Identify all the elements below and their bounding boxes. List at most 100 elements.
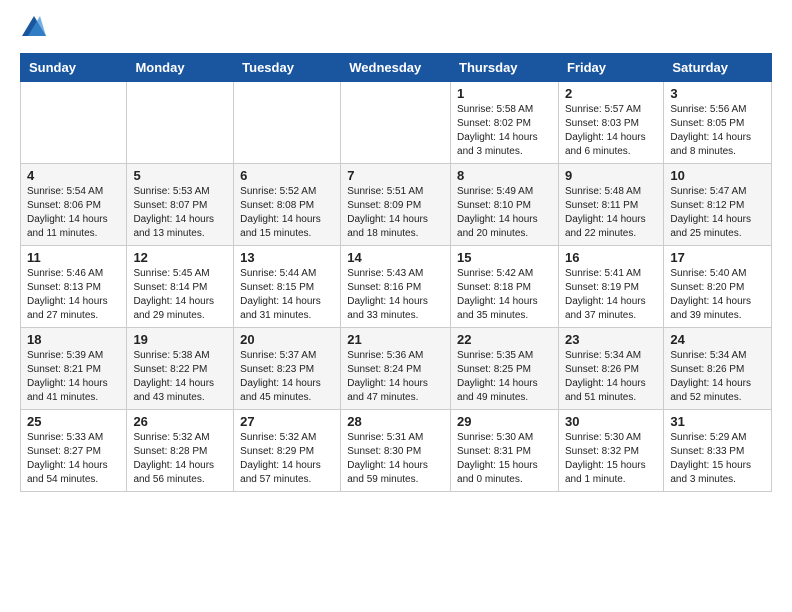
calendar-cell: 22 Sunrise: 5:35 AM Sunset: 8:25 PM Dayli… [451, 328, 559, 410]
calendar-cell: 9 Sunrise: 5:48 AM Sunset: 8:11 PM Daylig… [558, 164, 663, 246]
calendar-cell: 29Sunrise: 5:30 AM Sunset: 8:31 PM Dayli… [451, 410, 559, 492]
day-info: Sunrise: 5:39 AM Sunset: 8:21 PM Dayligh… [27, 349, 120, 405]
day-info: Sunrise: 5:53 AM Sunset: 8:07 PM Dayligh… [133, 185, 227, 241]
calendar-cell: 30 Sunrise: 5:30 AM Sunset: 8:32 PM Dayli… [558, 410, 663, 492]
day-number: 10 [670, 168, 765, 183]
calendar-cell: 11 Sunrise: 5:46 AM Sunset: 8:13 PM Dayli… [21, 246, 127, 328]
calendar-cell [234, 82, 341, 164]
day-number: 27 [240, 414, 334, 429]
calendar-cell: 17 Sunrise: 5:40 AM Sunset: 8:20 PM Dayli… [664, 246, 772, 328]
logo [20, 16, 46, 41]
calendar-cell: 23 Sunrise: 5:34 AM Sunset: 8:26 PM Dayli… [558, 328, 663, 410]
day-info: Sunrise: 5:57 AM Sunset: 8:03 PM Dayligh… [565, 103, 657, 159]
calendar-cell: 3 Sunrise: 5:56 AM Sunset: 8:05 PM Daylig… [664, 82, 772, 164]
calendar-cell: 20 Sunrise: 5:37 AM Sunset: 8:23 PM Dayli… [234, 328, 341, 410]
calendar-cell: 14 Sunrise: 5:43 AM Sunset: 8:16 PM Dayli… [341, 246, 451, 328]
day-info: Sunrise: 5:58 AM Sunset: 8:02 PM Dayligh… [457, 103, 552, 159]
calendar-week-5: 25 Sunrise: 5:33 AM Sunset: 8:27 PM Dayli… [21, 410, 772, 492]
day-number: 4 [27, 168, 120, 183]
calendar-header-wednesday: Wednesday [341, 54, 451, 82]
calendar-cell: 5Sunrise: 5:53 AM Sunset: 8:07 PM Daylig… [127, 164, 234, 246]
day-info: Sunrise: 5:29 AM Sunset: 8:33 PM Dayligh… [670, 431, 765, 487]
day-info: Sunrise: 5:41 AM Sunset: 8:19 PM Dayligh… [565, 267, 657, 323]
calendar-cell [127, 82, 234, 164]
day-info: Sunrise: 5:52 AM Sunset: 8:08 PM Dayligh… [240, 185, 334, 241]
day-info: Sunrise: 5:37 AM Sunset: 8:23 PM Dayligh… [240, 349, 334, 405]
calendar-cell: 12Sunrise: 5:45 AM Sunset: 8:14 PM Dayli… [127, 246, 234, 328]
day-number: 19 [133, 332, 227, 347]
day-info: Sunrise: 5:56 AM Sunset: 8:05 PM Dayligh… [670, 103, 765, 159]
day-info: Sunrise: 5:32 AM Sunset: 8:29 PM Dayligh… [240, 431, 334, 487]
calendar-cell: 24Sunrise: 5:34 AM Sunset: 8:26 PM Dayli… [664, 328, 772, 410]
calendar-cell: 25 Sunrise: 5:33 AM Sunset: 8:27 PM Dayli… [21, 410, 127, 492]
day-info: Sunrise: 5:48 AM Sunset: 8:11 PM Dayligh… [565, 185, 657, 241]
calendar: SundayMondayTuesdayWednesdayThursdayFrid… [20, 53, 772, 492]
day-info: Sunrise: 5:30 AM Sunset: 8:32 PM Dayligh… [565, 431, 657, 487]
day-number: 8 [457, 168, 552, 183]
day-info: Sunrise: 5:54 AM Sunset: 8:06 PM Dayligh… [27, 185, 120, 241]
calendar-cell: 28 Sunrise: 5:31 AM Sunset: 8:30 PM Dayli… [341, 410, 451, 492]
day-info: Sunrise: 5:40 AM Sunset: 8:20 PM Dayligh… [670, 267, 765, 323]
calendar-header-thursday: Thursday [451, 54, 559, 82]
day-number: 14 [347, 250, 444, 265]
day-number: 26 [133, 414, 227, 429]
day-number: 17 [670, 250, 765, 265]
calendar-cell: 18 Sunrise: 5:39 AM Sunset: 8:21 PM Dayli… [21, 328, 127, 410]
day-info: Sunrise: 5:43 AM Sunset: 8:16 PM Dayligh… [347, 267, 444, 323]
day-info: Sunrise: 5:46 AM Sunset: 8:13 PM Dayligh… [27, 267, 120, 323]
calendar-week-1: 1 Sunrise: 5:58 AM Sunset: 8:02 PM Daylig… [21, 82, 772, 164]
day-number: 1 [457, 86, 552, 101]
calendar-header-sunday: Sunday [21, 54, 127, 82]
day-number: 20 [240, 332, 334, 347]
calendar-header-saturday: Saturday [664, 54, 772, 82]
logo-icon [22, 16, 46, 36]
day-number: 22 [457, 332, 552, 347]
day-number: 2 [565, 86, 657, 101]
calendar-cell: 19 Sunrise: 5:38 AM Sunset: 8:22 PM Dayli… [127, 328, 234, 410]
day-info: Sunrise: 5:34 AM Sunset: 8:26 PM Dayligh… [565, 349, 657, 405]
day-number: 31 [670, 414, 765, 429]
day-number: 30 [565, 414, 657, 429]
day-info: Sunrise: 5:36 AM Sunset: 8:24 PM Dayligh… [347, 349, 444, 405]
day-number: 12 [133, 250, 227, 265]
day-number: 23 [565, 332, 657, 347]
day-number: 16 [565, 250, 657, 265]
calendar-header-row: SundayMondayTuesdayWednesdayThursdayFrid… [21, 54, 772, 82]
day-number: 15 [457, 250, 552, 265]
calendar-cell: 10 Sunrise: 5:47 AM Sunset: 8:12 PM Dayli… [664, 164, 772, 246]
calendar-cell: 26 Sunrise: 5:32 AM Sunset: 8:28 PM Dayli… [127, 410, 234, 492]
calendar-cell: 31 Sunrise: 5:29 AM Sunset: 8:33 PM Dayli… [664, 410, 772, 492]
calendar-cell: 16 Sunrise: 5:41 AM Sunset: 8:19 PM Dayli… [558, 246, 663, 328]
day-number: 18 [27, 332, 120, 347]
calendar-cell: 13Sunrise: 5:44 AM Sunset: 8:15 PM Dayli… [234, 246, 341, 328]
day-number: 24 [670, 332, 765, 347]
calendar-cell: 7Sunrise: 5:51 AM Sunset: 8:09 PM Daylig… [341, 164, 451, 246]
calendar-header-friday: Friday [558, 54, 663, 82]
calendar-cell: 27 Sunrise: 5:32 AM Sunset: 8:29 PM Dayli… [234, 410, 341, 492]
day-info: Sunrise: 5:42 AM Sunset: 8:18 PM Dayligh… [457, 267, 552, 323]
day-info: Sunrise: 5:35 AM Sunset: 8:25 PM Dayligh… [457, 349, 552, 405]
calendar-cell: 1 Sunrise: 5:58 AM Sunset: 8:02 PM Daylig… [451, 82, 559, 164]
day-info: Sunrise: 5:32 AM Sunset: 8:28 PM Dayligh… [133, 431, 227, 487]
calendar-week-2: 4 Sunrise: 5:54 AM Sunset: 8:06 PM Daylig… [21, 164, 772, 246]
calendar-week-3: 11 Sunrise: 5:46 AM Sunset: 8:13 PM Dayli… [21, 246, 772, 328]
day-info: Sunrise: 5:38 AM Sunset: 8:22 PM Dayligh… [133, 349, 227, 405]
calendar-cell: 8 Sunrise: 5:49 AM Sunset: 8:10 PM Daylig… [451, 164, 559, 246]
day-info: Sunrise: 5:49 AM Sunset: 8:10 PM Dayligh… [457, 185, 552, 241]
day-info: Sunrise: 5:47 AM Sunset: 8:12 PM Dayligh… [670, 185, 765, 241]
header [20, 16, 772, 41]
day-number: 9 [565, 168, 657, 183]
day-number: 28 [347, 414, 444, 429]
day-info: Sunrise: 5:31 AM Sunset: 8:30 PM Dayligh… [347, 431, 444, 487]
calendar-cell: 21 Sunrise: 5:36 AM Sunset: 8:24 PM Dayli… [341, 328, 451, 410]
calendar-week-4: 18 Sunrise: 5:39 AM Sunset: 8:21 PM Dayli… [21, 328, 772, 410]
day-number: 11 [27, 250, 120, 265]
day-number: 25 [27, 414, 120, 429]
day-info: Sunrise: 5:30 AM Sunset: 8:31 PM Dayligh… [457, 431, 552, 487]
calendar-cell: 6Sunrise: 5:52 AM Sunset: 8:08 PM Daylig… [234, 164, 341, 246]
day-number: 21 [347, 332, 444, 347]
page: SundayMondayTuesdayWednesdayThursdayFrid… [0, 0, 792, 508]
day-info: Sunrise: 5:33 AM Sunset: 8:27 PM Dayligh… [27, 431, 120, 487]
calendar-cell: 4 Sunrise: 5:54 AM Sunset: 8:06 PM Daylig… [21, 164, 127, 246]
day-number: 3 [670, 86, 765, 101]
